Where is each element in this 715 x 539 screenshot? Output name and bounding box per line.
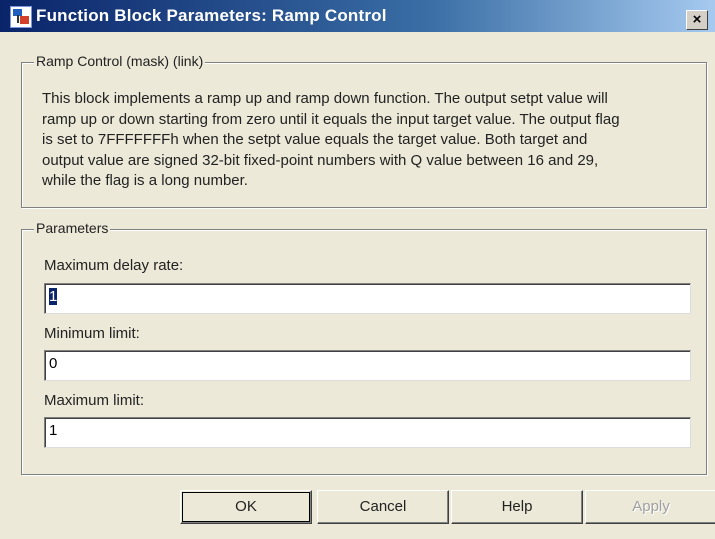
description-line: output value are signed 32-bit fixed-poi… bbox=[42, 151, 599, 169]
max-limit-label: Maximum limit: bbox=[44, 392, 144, 409]
max-delay-rate-input[interactable]: 1 bbox=[44, 283, 691, 314]
min-limit-value: 0 bbox=[49, 355, 58, 372]
close-button[interactable]: × bbox=[686, 10, 708, 30]
description-line: This block implements a ramp up and ramp… bbox=[42, 90, 608, 107]
parameters-group: Parameters Maximum delay rate: 1 Minimum… bbox=[21, 220, 707, 475]
mask-group-legend: Ramp Control (mask) (link) bbox=[34, 53, 206, 69]
description-line: is set to 7FFFFFFFh when the setpt value… bbox=[42, 131, 588, 148]
parameters-group-legend: Parameters bbox=[34, 220, 111, 236]
max-delay-rate-label: Maximum delay rate: bbox=[44, 257, 184, 274]
apply-button[interactable]: Apply bbox=[585, 490, 715, 524]
max-delay-rate-value: 1 bbox=[49, 288, 58, 305]
description-line: while the flag is a long number. bbox=[42, 172, 248, 189]
dialog-window: Function Block Parameters: Ramp Control … bbox=[0, 0, 715, 539]
mask-description-group: Ramp Control (mask) (link) This block im… bbox=[21, 53, 707, 208]
simulink-block-icon bbox=[10, 6, 32, 28]
max-limit-input[interactable]: 1 bbox=[44, 417, 691, 448]
ok-button[interactable]: OK bbox=[180, 490, 312, 524]
min-limit-input[interactable]: 0 bbox=[44, 350, 691, 381]
help-button[interactable]: Help bbox=[451, 490, 583, 524]
close-icon: × bbox=[692, 11, 702, 28]
title-bar[interactable]: Function Block Parameters: Ramp Control … bbox=[0, 0, 715, 32]
min-limit-label: Minimum limit: bbox=[44, 325, 140, 342]
window-title: Function Block Parameters: Ramp Control bbox=[36, 6, 387, 25]
block-description: This block implements a ramp up and ramp… bbox=[42, 89, 692, 192]
description-line: ramp up or down starting from zero until… bbox=[42, 110, 620, 128]
max-limit-value: 1 bbox=[49, 422, 58, 439]
cancel-button[interactable]: Cancel bbox=[317, 490, 449, 524]
